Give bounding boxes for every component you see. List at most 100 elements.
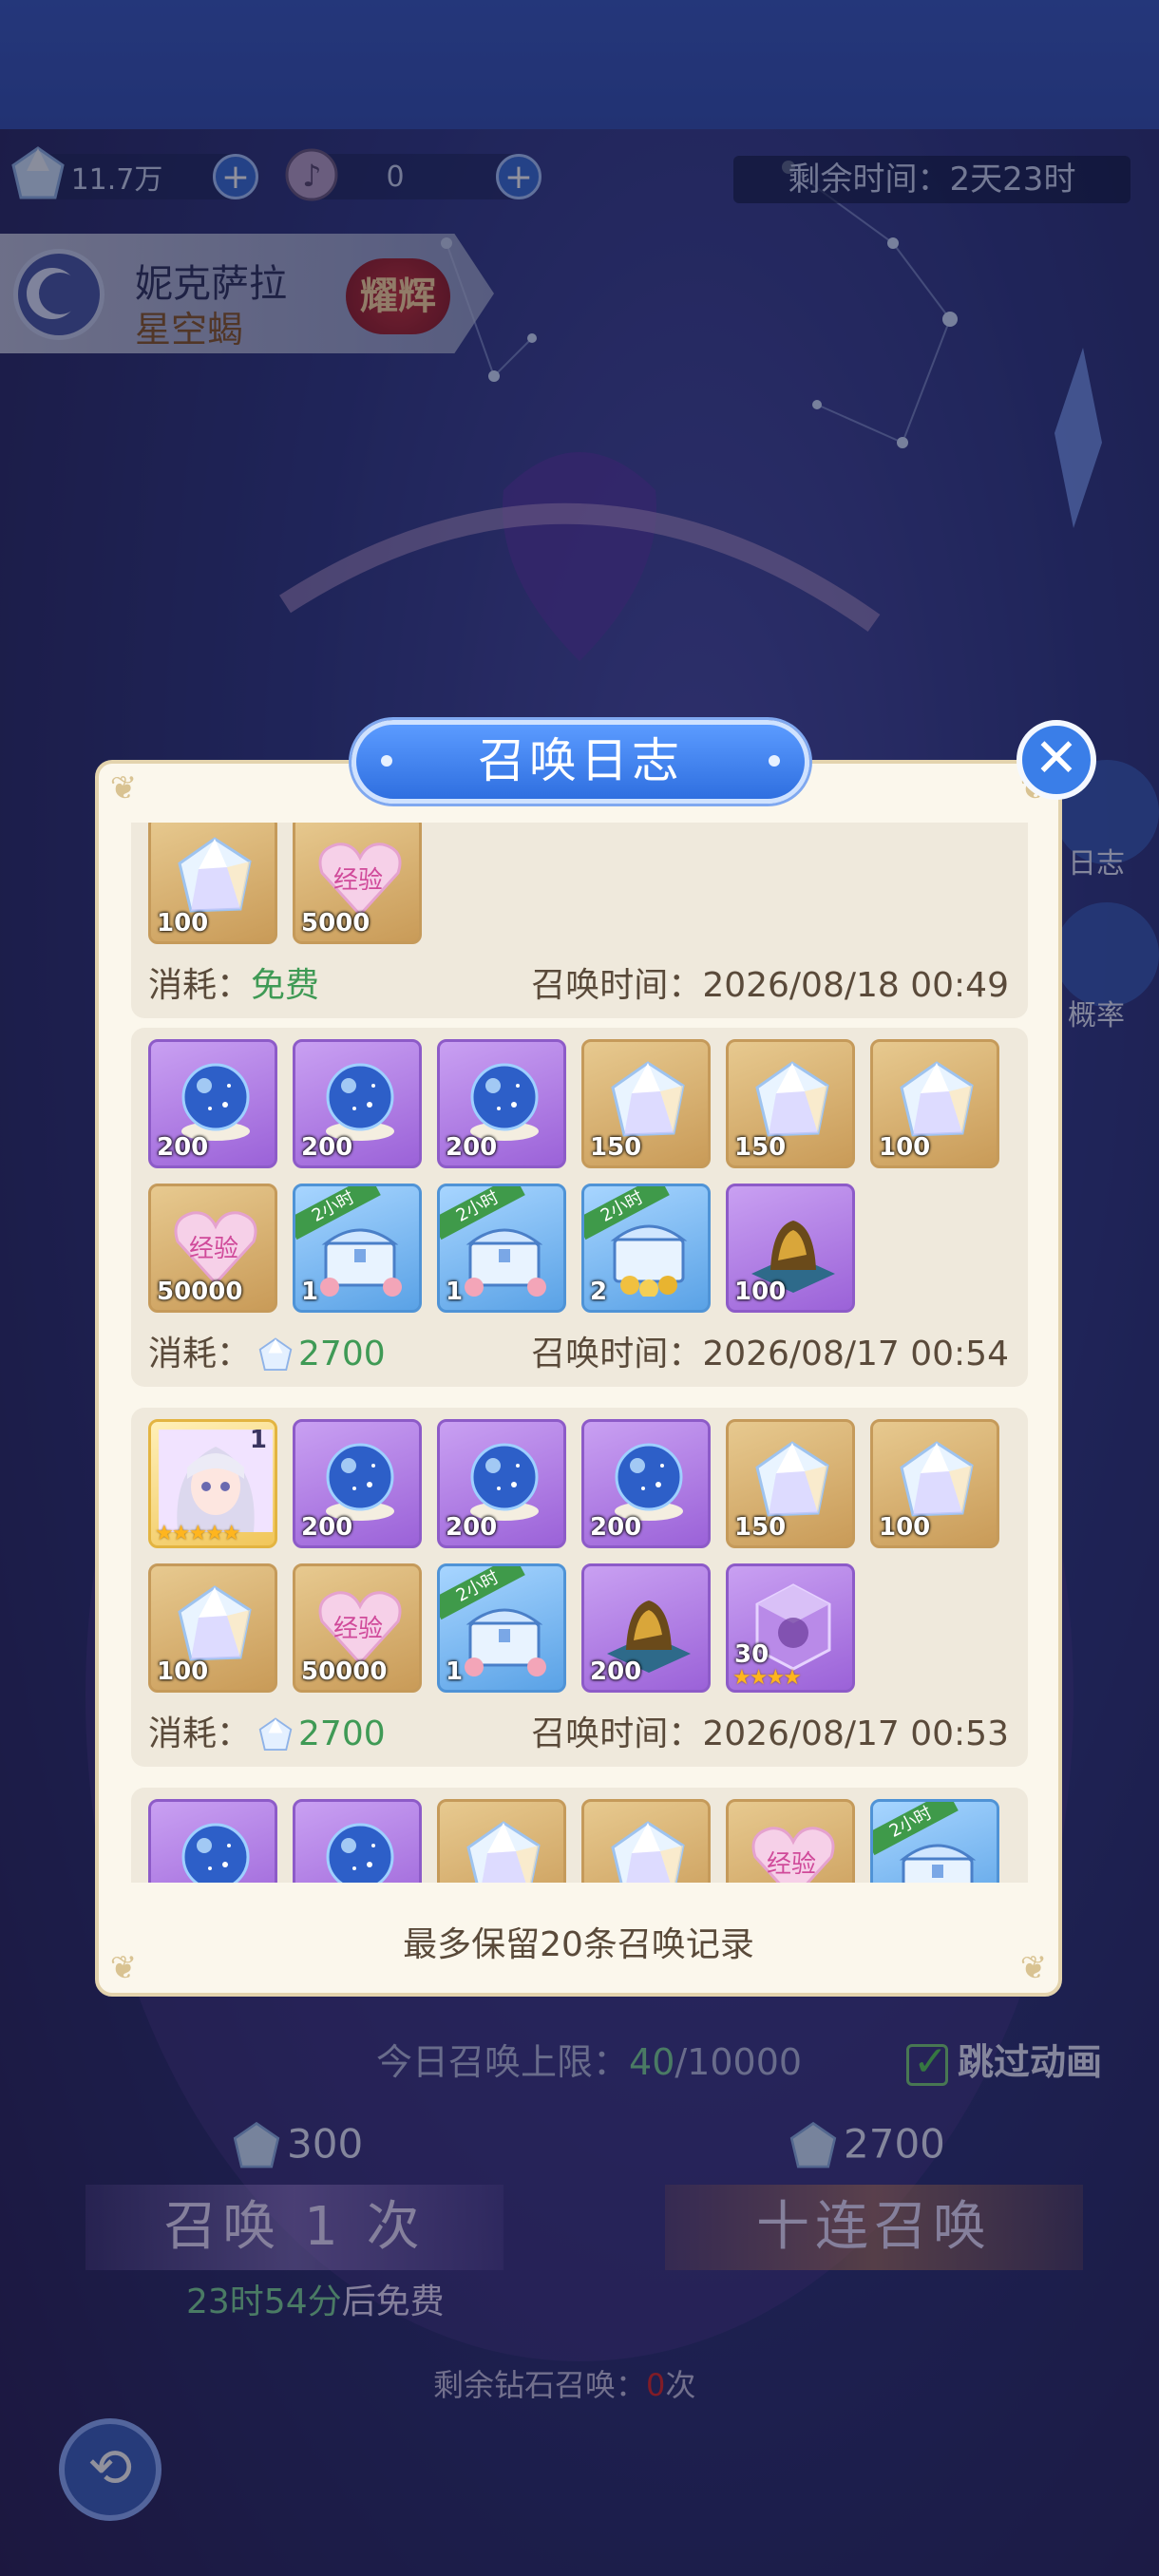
reward-quantity: 150 bbox=[734, 1133, 787, 1162]
svg-text:经验: 经验 bbox=[189, 1235, 238, 1263]
time-label: 召唤时间： bbox=[531, 1714, 703, 1753]
reward-quantity: 200 bbox=[590, 1657, 642, 1686]
close-button[interactable]: ✕ bbox=[1016, 720, 1096, 800]
reward-quantity: 1 bbox=[446, 1657, 464, 1686]
reward-item[interactable]: 2小时 1 bbox=[437, 1184, 566, 1313]
crystal-icon bbox=[466, 1821, 541, 1883]
summon-log-list[interactable]: 100 经验 5000 消耗：免费 召唤时间：2026/08/18 00:49 200 20… bbox=[131, 823, 1028, 1883]
reward-item[interactable] bbox=[581, 1799, 711, 1883]
treasure-chest-icon bbox=[465, 1228, 546, 1297]
reward-item[interactable]: 200 bbox=[437, 1419, 566, 1548]
star-orb-icon bbox=[326, 1443, 394, 1521]
reward-item[interactable]: 经验 bbox=[726, 1799, 855, 1883]
reward-quantity: 1 bbox=[446, 1278, 464, 1306]
reward-item[interactable] bbox=[437, 1799, 566, 1883]
reward-item[interactable]: 150 bbox=[726, 1039, 855, 1168]
reward-quantity: 200 bbox=[446, 1513, 498, 1542]
reward-item[interactable]: 200 bbox=[437, 1039, 566, 1168]
cost-value: 免费 bbox=[251, 966, 320, 1005]
reward-item[interactable]: 2小时 bbox=[870, 1799, 999, 1883]
svg-text:经验: 经验 bbox=[333, 1615, 383, 1643]
reward-quantity: 200 bbox=[301, 1133, 353, 1162]
reward-item[interactable]: 200 bbox=[293, 1039, 422, 1168]
reward-quantity: 150 bbox=[734, 1513, 787, 1542]
exp-heart-icon: 经验 bbox=[318, 1591, 402, 1666]
reward-item[interactable] bbox=[148, 1799, 277, 1883]
reward-item[interactable]: 100 bbox=[148, 823, 277, 944]
cost-label: 消耗： bbox=[148, 1714, 252, 1753]
reward-item[interactable]: 经验 5000 bbox=[293, 823, 422, 944]
reward-item[interactable]: 150 bbox=[581, 1039, 711, 1168]
summon-time: 召唤时间：2026/08/17 00:53 bbox=[531, 1706, 1009, 1755]
reward-quantity: 100 bbox=[879, 1513, 931, 1542]
summon-log-entry: 1 ★★★★★ 200 200 200 150 100 100 经验 50000 2小时 1 200 ★★… bbox=[131, 1408, 1028, 1767]
summon-log-entry: 100 经验 5000 消耗：免费 召唤时间：2026/08/18 00:49 bbox=[131, 823, 1028, 1018]
reward-item[interactable]: 经验 50000 bbox=[293, 1563, 422, 1693]
star-orb-icon bbox=[470, 1443, 539, 1521]
summon-cost: 消耗： 2700 bbox=[148, 1326, 386, 1375]
svg-text:经验: 经验 bbox=[333, 866, 383, 895]
reward-quantity: 5000 bbox=[301, 909, 370, 938]
summon-time: 召唤时间：2026/08/18 00:49 bbox=[531, 957, 1009, 1007]
time-label: 召唤时间： bbox=[531, 1335, 703, 1373]
reward-item[interactable]: ★★★★ 30 bbox=[726, 1563, 855, 1693]
reward-quantity: 1 bbox=[301, 1278, 319, 1306]
dialog-title-text: 召唤日志 bbox=[478, 733, 683, 788]
crystal-icon bbox=[755, 1441, 829, 1517]
reward-quantity: 100 bbox=[157, 909, 209, 938]
reward-item[interactable] bbox=[293, 1799, 422, 1883]
exp-heart-icon: 经验 bbox=[318, 843, 402, 918]
cost-label: 消耗： bbox=[148, 1335, 252, 1373]
title-ornament-icon bbox=[769, 755, 780, 767]
crystal-icon bbox=[258, 1337, 293, 1371]
reward-quantity: 200 bbox=[446, 1133, 498, 1162]
star-rating: ★★★★ bbox=[732, 1666, 802, 1690]
reward-item[interactable]: 2小时 1 bbox=[293, 1184, 422, 1313]
crystal-icon bbox=[611, 1061, 685, 1137]
reward-item[interactable]: 1 ★★★★★ bbox=[148, 1419, 277, 1548]
treasure-chest-icon bbox=[465, 1608, 546, 1676]
reward-quantity: 100 bbox=[734, 1278, 787, 1306]
reward-quantity: 50000 bbox=[301, 1657, 388, 1686]
summon-time: 召唤时间：2026/08/17 00:54 bbox=[531, 1326, 1009, 1375]
corner-ornament-icon: ❦ bbox=[109, 769, 138, 807]
reward-count: 1 bbox=[249, 1426, 267, 1454]
star-orb-icon bbox=[470, 1063, 539, 1141]
star-rating: ★★★★★ bbox=[155, 1522, 241, 1545]
summon-cost: 消耗：免费 bbox=[148, 957, 319, 1007]
crystal-icon bbox=[178, 837, 252, 913]
reward-item[interactable]: 100 bbox=[148, 1563, 277, 1693]
reward-quantity: 200 bbox=[157, 1133, 209, 1162]
reward-item[interactable]: 100 bbox=[726, 1184, 855, 1313]
reward-quantity: 30 bbox=[734, 1640, 770, 1669]
reward-item[interactable]: 200 bbox=[293, 1419, 422, 1548]
reward-item[interactable]: 2小时 2 bbox=[581, 1184, 711, 1313]
reward-quantity: 150 bbox=[590, 1133, 642, 1162]
reward-item[interactable]: 100 bbox=[870, 1039, 999, 1168]
star-orb-icon bbox=[326, 1063, 394, 1141]
reward-quantity: 50000 bbox=[157, 1278, 243, 1306]
reward-quantity: 100 bbox=[157, 1657, 209, 1686]
crystal-icon bbox=[258, 1717, 293, 1751]
summon-log-entry: 经验 2小时 bbox=[131, 1788, 1028, 1883]
cost-value: 2700 bbox=[298, 1714, 386, 1753]
svg-text:经验: 经验 bbox=[767, 1850, 816, 1879]
summon-log-entry: 200 200 200 150 150 100 经验 50000 2小时 1 2小时 1 2小时 2 100… bbox=[131, 1028, 1028, 1387]
reward-item[interactable]: 2小时 1 bbox=[437, 1563, 566, 1693]
reward-item[interactable]: 经验 50000 bbox=[148, 1184, 277, 1313]
cost-label: 消耗： bbox=[148, 966, 252, 1005]
star-orb-icon bbox=[181, 1823, 250, 1883]
title-ornament-icon bbox=[381, 755, 392, 767]
crystal-icon bbox=[900, 1061, 974, 1137]
reward-item[interactable]: 100 bbox=[870, 1419, 999, 1548]
reward-quantity: 200 bbox=[301, 1513, 353, 1542]
reward-item[interactable]: 200 bbox=[581, 1419, 711, 1548]
crystal-icon bbox=[900, 1441, 974, 1517]
star-orb-icon bbox=[181, 1063, 250, 1141]
reward-item[interactable]: 200 bbox=[581, 1563, 711, 1693]
exp-heart-icon: 经验 bbox=[174, 1211, 257, 1286]
star-orb-icon bbox=[326, 1823, 394, 1883]
reward-item[interactable]: 200 bbox=[148, 1039, 277, 1168]
gold-chest-icon bbox=[610, 1224, 688, 1297]
reward-item[interactable]: 150 bbox=[726, 1419, 855, 1548]
